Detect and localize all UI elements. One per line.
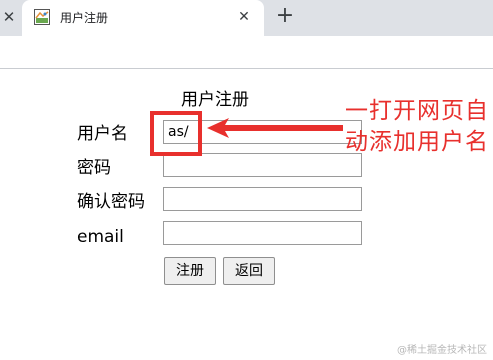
email-label: email [77, 227, 124, 247]
close-icon[interactable]: ✕ [2, 8, 16, 26]
password-label: 密码 [77, 158, 111, 178]
password-field[interactable] [163, 153, 362, 177]
previous-tab[interactable]: ✕ [0, 0, 22, 36]
favicon-icon [34, 9, 50, 25]
form-title: 用户注册 [181, 90, 249, 110]
confirm-password-label: 确认密码 [77, 192, 145, 212]
email-field[interactable] [163, 221, 362, 245]
watermark: @稀土掘金技术社区 [397, 345, 487, 356]
browser-tabstrip: ✕ 用户注册 ✕ + [0, 0, 493, 36]
confirm-password-field[interactable] [163, 187, 362, 211]
back-button[interactable]: 返回 [223, 257, 275, 285]
annotation-highlight-box [150, 111, 202, 156]
register-button[interactable]: 注册 [164, 257, 216, 285]
browser-toolbar [0, 36, 493, 69]
annotation-text: 一打开网页自动添加用户名 [345, 98, 489, 155]
active-tab[interactable]: 用户注册 ✕ [22, 0, 264, 36]
tab-title: 用户注册 [60, 11, 109, 25]
annotation-arrow-icon [207, 118, 343, 138]
username-label: 用户名 [77, 124, 128, 144]
close-icon[interactable]: ✕ [236, 8, 252, 26]
page-content: 用户注册 用户名 密码 确认密码 email 注册 返回 一打开网页自动添加用户… [0, 69, 493, 360]
new-tab-icon[interactable]: + [274, 5, 296, 27]
